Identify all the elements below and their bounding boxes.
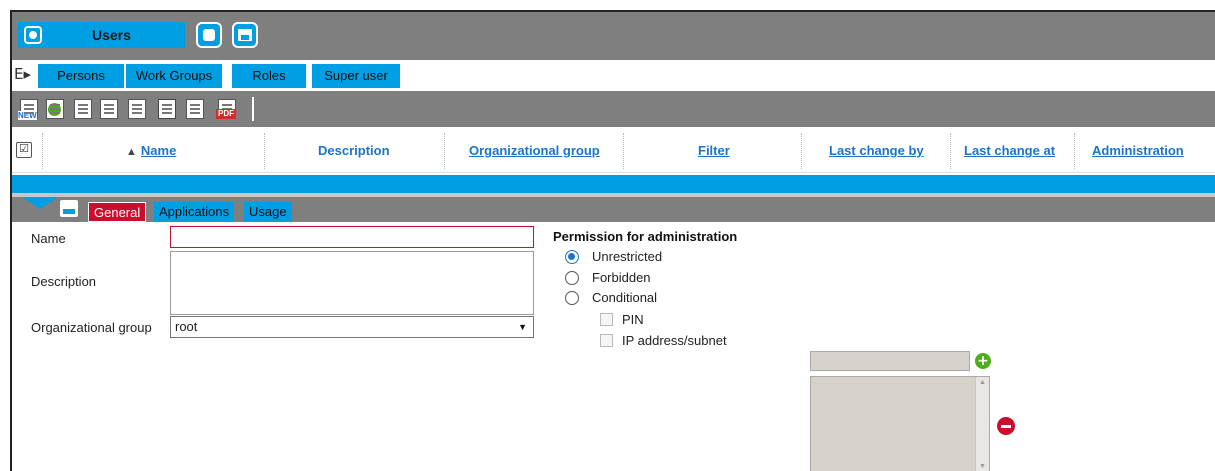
description-label: Description bbox=[31, 274, 97, 289]
pin-checkbox[interactable] bbox=[600, 313, 613, 326]
nav-tabs-row: E▸ Persons Work Groups Roles Super user bbox=[12, 62, 1215, 89]
column-filter[interactable]: Filter bbox=[698, 143, 730, 158]
tab-persons[interactable]: Persons bbox=[38, 64, 124, 88]
collapse-notch-icon[interactable] bbox=[22, 197, 58, 209]
radio-conditional[interactable] bbox=[565, 291, 579, 305]
column-organizational-group[interactable]: Organizational group bbox=[469, 143, 600, 158]
radio-unrestricted[interactable] bbox=[565, 250, 579, 264]
column-divider bbox=[42, 133, 43, 169]
column-administration[interactable]: Administration bbox=[1092, 143, 1184, 158]
add-ip-icon[interactable]: + bbox=[975, 353, 991, 369]
selected-row-bar[interactable] bbox=[12, 175, 1215, 193]
edit-icon[interactable] bbox=[74, 99, 92, 119]
pdf-icon[interactable]: PDF bbox=[216, 99, 236, 119]
org-group-label: Organizational group bbox=[31, 320, 152, 335]
pdf-label: PDF bbox=[216, 109, 236, 119]
title-bar: Users bbox=[12, 12, 1215, 60]
chevron-down-icon: ▼ bbox=[518, 322, 527, 332]
tab-roles[interactable]: Roles bbox=[232, 64, 306, 88]
column-name-label: Name bbox=[140, 143, 177, 158]
org-group-select[interactable]: root ▼ bbox=[170, 316, 534, 338]
select-all-checkbox[interactable]: ☑ bbox=[16, 142, 32, 158]
tab-general[interactable]: General bbox=[88, 202, 147, 222]
list-scrollbar[interactable]: ▲ ▼ bbox=[975, 377, 989, 471]
ip-address-input[interactable] bbox=[810, 351, 970, 371]
users-title-tab[interactable]: Users bbox=[18, 22, 185, 48]
view-button[interactable] bbox=[196, 22, 222, 48]
action-toolbar: NEW PDF bbox=[12, 91, 1215, 127]
expand-nav-icon[interactable]: E▸ bbox=[14, 65, 36, 85]
radio-forbidden[interactable] bbox=[565, 271, 579, 285]
column-divider bbox=[950, 133, 951, 169]
page-title: Users bbox=[92, 27, 131, 43]
column-description[interactable]: Description bbox=[318, 143, 390, 158]
duplicate-icon[interactable] bbox=[128, 99, 146, 119]
option-unrestricted-label: Unrestricted bbox=[592, 249, 663, 264]
column-divider bbox=[801, 133, 802, 169]
tab-work-groups[interactable]: Work Groups bbox=[126, 64, 222, 88]
column-divider bbox=[623, 133, 624, 169]
ip-address-list[interactable]: ▲ ▼ bbox=[810, 376, 990, 471]
new-label: NEW bbox=[18, 111, 37, 120]
users-icon bbox=[24, 26, 42, 44]
delete-icon[interactable] bbox=[158, 99, 176, 119]
settings-icon[interactable] bbox=[186, 99, 204, 119]
tab-super-user[interactable]: Super user bbox=[312, 64, 400, 88]
view-icon bbox=[203, 29, 215, 41]
description-textarea[interactable] bbox=[170, 251, 534, 315]
column-name[interactable]: ▲ Name bbox=[126, 143, 176, 158]
tab-usage[interactable]: Usage bbox=[244, 202, 292, 222]
pin-label: PIN bbox=[622, 312, 644, 327]
save-icon bbox=[238, 29, 252, 41]
add-badge bbox=[48, 103, 61, 116]
option-forbidden-label: Forbidden bbox=[592, 270, 651, 285]
name-input[interactable] bbox=[170, 226, 534, 248]
name-label: Name bbox=[31, 231, 66, 246]
org-group-value: root bbox=[175, 319, 198, 334]
new-icon[interactable]: NEW bbox=[18, 99, 38, 120]
column-last-change-at[interactable]: Last change at bbox=[964, 143, 1055, 158]
tab-applications[interactable]: Applications bbox=[154, 202, 235, 222]
column-last-change-by[interactable]: Last change by bbox=[829, 143, 924, 158]
scroll-up-icon[interactable]: ▲ bbox=[979, 379, 986, 386]
ip-subnet-checkbox[interactable] bbox=[600, 334, 613, 347]
save-detail-icon[interactable] bbox=[60, 200, 78, 217]
table-header: ☑ ▲ Name Description Organizational group… bbox=[12, 129, 1215, 173]
permission-title: Permission for administration bbox=[553, 229, 738, 244]
option-conditional-label: Conditional bbox=[592, 290, 658, 305]
column-divider bbox=[264, 133, 265, 169]
app-frame: Users E▸ Persons Work Groups Roles Super… bbox=[10, 10, 1215, 471]
toolbar-divider bbox=[252, 97, 254, 121]
ip-subnet-label: IP address/subnet bbox=[622, 333, 727, 348]
sort-ascending-icon: ▲ bbox=[126, 146, 137, 158]
add-icon[interactable] bbox=[46, 99, 64, 119]
detail-tabs-row: General Applications Usage bbox=[12, 197, 1215, 222]
save-button[interactable] bbox=[232, 22, 258, 48]
column-divider bbox=[444, 133, 445, 169]
scroll-down-icon[interactable]: ▼ bbox=[979, 463, 986, 470]
remove-ip-icon[interactable] bbox=[997, 417, 1015, 435]
column-divider bbox=[1074, 133, 1075, 169]
copy-icon[interactable] bbox=[100, 99, 118, 119]
